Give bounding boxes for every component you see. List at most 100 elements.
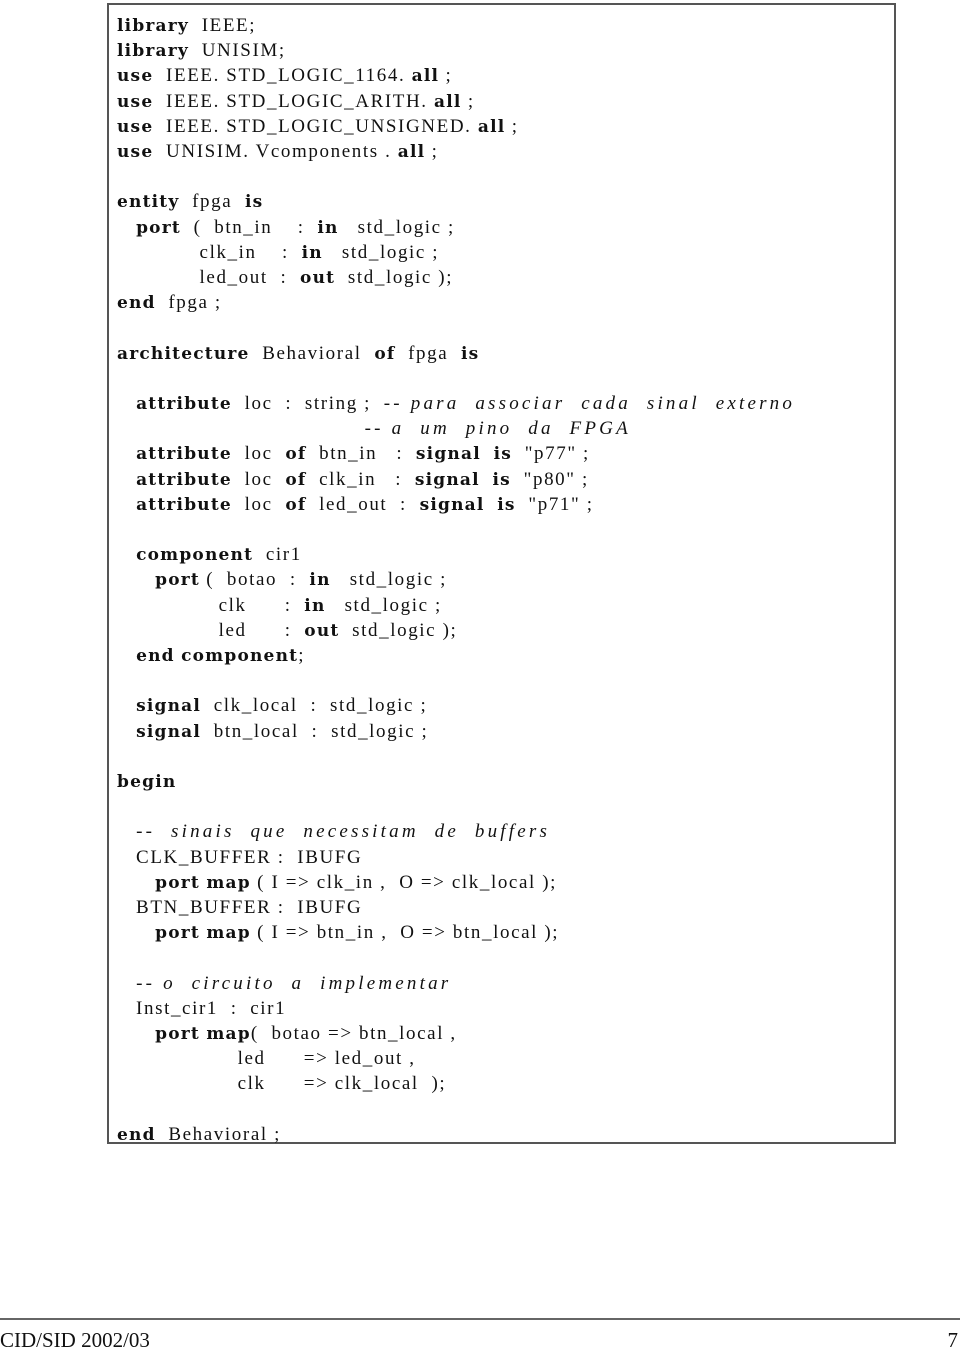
- code-keyword: out: [304, 620, 340, 641]
- code-text: BTN_BUFFER : IBUFG: [117, 897, 363, 918]
- code-keyword: attribute: [136, 494, 232, 515]
- code-text: ( botao => btn_local ,: [250, 1023, 457, 1044]
- code-line: attribute loc of clk_in : signal is "p80…: [117, 469, 589, 491]
- code-keyword: library: [117, 16, 190, 36]
- page-number: 7: [947, 1328, 959, 1352]
- code-line: end component;: [117, 645, 305, 667]
- code-keyword: all: [397, 142, 426, 162]
- code-keyword: begin: [117, 772, 177, 792]
- code-keyword: attribute: [136, 469, 232, 490]
- code-text: clk :: [117, 594, 305, 616]
- code-keyword: of: [285, 494, 307, 515]
- code-keyword: in: [301, 242, 323, 263]
- code-text: ( btn_in :: [180, 216, 318, 238]
- code-text: ;: [298, 645, 306, 666]
- code-line: use IEEE. STD_LOGIC_ARITH. all ;: [117, 91, 475, 113]
- code-text: CLK_BUFFER : IBUFG: [117, 846, 363, 868]
- code-text: IEEE. STD_LOGIC_1164.: [153, 65, 412, 87]
- code-text: clk_local : std_logic ;: [201, 695, 428, 717]
- code-comment: -- a um pino da FPGA: [364, 418, 631, 440]
- code-line: led : out std_logic );: [117, 620, 457, 642]
- code-keyword: in: [304, 595, 326, 616]
- code-text: ;: [505, 115, 519, 137]
- code-keyword: all: [411, 66, 440, 87]
- code-line: clk_in : in std_logic ;: [117, 242, 439, 264]
- code-keyword: all: [434, 91, 462, 112]
- code-keyword: is: [492, 469, 511, 490]
- code-text: loc: [231, 468, 286, 490]
- code-line: component cir1: [117, 544, 302, 566]
- code-text: "p71" ;: [515, 493, 594, 515]
- code-keyword: all: [477, 116, 506, 137]
- code-text: led_out :: [117, 267, 301, 288]
- code-text: Inst_cir1 : cir1: [117, 997, 287, 1019]
- code-text: IEEE. STD_LOGIC_ARITH.: [153, 90, 434, 112]
- code-keyword: is: [493, 444, 512, 465]
- code-keyword: map: [206, 872, 251, 893]
- code-text: ( I => btn_in , O => btn_local );: [250, 922, 560, 944]
- code-line: architecture Behavioral of fpga is: [117, 343, 479, 365]
- code-keyword: map: [206, 1024, 251, 1044]
- code-text: ;: [461, 90, 475, 112]
- code-line: entity fpga is: [117, 191, 263, 213]
- code-text: btn_in :: [306, 443, 416, 465]
- code-line: signal clk_local : std_logic ;: [117, 695, 427, 717]
- code-line: led_out : out std_logic );: [117, 267, 453, 289]
- code-text: btn_local : std_logic ;: [201, 720, 429, 742]
- code-keyword: of: [285, 469, 307, 490]
- code-keyword: signal: [136, 696, 202, 717]
- code-line: BTN_BUFFER : IBUFG: [117, 897, 362, 919]
- code-keyword: use: [117, 91, 154, 112]
- code-text: Behavioral: [249, 342, 375, 364]
- code-text: IEEE. STD_LOGIC_UNSIGNED.: [153, 115, 478, 137]
- code-keyword: in: [317, 217, 339, 238]
- code-text: std_logic ;: [338, 216, 455, 238]
- code-keyword: use: [117, 66, 154, 87]
- code-text: ;: [439, 65, 453, 87]
- code-keyword: port: [155, 872, 200, 893]
- code-keyword: out: [300, 268, 336, 288]
- code-line: port ( botao : in std_logic ;: [117, 569, 447, 591]
- code-keyword: attribute: [136, 394, 232, 414]
- code-keyword: end: [136, 646, 175, 666]
- code-keyword: attribute: [136, 444, 232, 465]
- code-text: loc: [231, 493, 286, 515]
- code-text: ;: [425, 141, 439, 162]
- code-text: ( botao :: [199, 569, 310, 591]
- code-keyword: end: [117, 1124, 156, 1145]
- code-keyword: component: [136, 545, 254, 566]
- code-text: clk_in :: [117, 241, 302, 263]
- code-keyword: signal: [415, 444, 481, 465]
- code-keyword: port: [155, 1024, 200, 1044]
- code-text: std_logic );: [339, 619, 458, 641]
- code-text: "p80" ;: [510, 468, 589, 490]
- code-line: port map ( I => clk_in , O => clk_local …: [117, 872, 557, 894]
- code-text: IEEE;: [189, 15, 257, 36]
- code-text: led => led_out ,: [117, 1048, 416, 1070]
- footer-course-label: CID/SID 2002/03: [0, 1328, 150, 1352]
- code-keyword: architecture: [117, 343, 250, 364]
- code-line: port ( btn_in : in std_logic ;: [117, 217, 455, 239]
- code-text: fpga ;: [155, 292, 222, 314]
- code-keyword: signal: [414, 469, 480, 490]
- code-line: use IEEE. STD_LOGIC_1164. all ;: [117, 65, 452, 87]
- code-text: Behavioral ;: [155, 1123, 281, 1145]
- code-keyword: port: [155, 570, 200, 591]
- code-text: loc: [231, 443, 286, 465]
- code-line: begin: [117, 771, 176, 793]
- code-keyword: of: [374, 343, 396, 364]
- code-line: library UNISIM;: [117, 40, 286, 62]
- code-line: end Behavioral ;: [117, 1124, 281, 1146]
- code-line: led => led_out ,: [117, 1048, 416, 1070]
- code-keyword: use: [117, 142, 154, 162]
